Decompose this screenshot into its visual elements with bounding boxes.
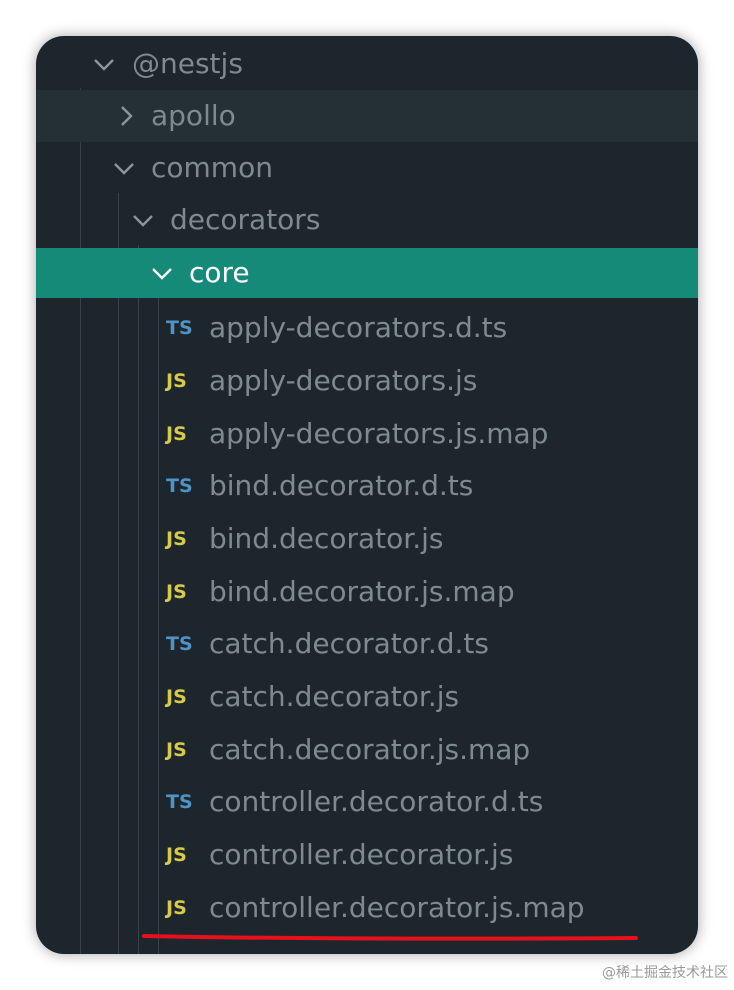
file-label: bind.decorator.js xyxy=(209,522,444,555)
typescript-file-icon: TS xyxy=(166,317,193,339)
file-label: bind.decorator.d.ts xyxy=(209,469,474,502)
javascript-file-icon: JS xyxy=(166,844,187,866)
folder-label: @nestjs xyxy=(132,47,243,80)
javascript-file-icon: JS xyxy=(166,528,187,550)
javascript-file-icon: JS xyxy=(166,423,187,445)
tree-file[interactable]: JS catch.decorator.js.map xyxy=(36,724,698,776)
tree-file[interactable]: JS bind.decorator.js xyxy=(36,513,698,565)
file-label: controller.decorator.d.ts xyxy=(209,785,544,818)
file-label: apply-decorators.js xyxy=(209,364,478,397)
tree-folder-core[interactable]: core xyxy=(36,248,698,298)
file-label: catch.decorator.js.map xyxy=(209,733,531,766)
tree-file[interactable]: JS bind.decorator.js.map xyxy=(36,566,698,618)
tree-file[interactable]: JS catch.decorator.js xyxy=(36,671,698,723)
tree-file[interactable]: JS controller.decorator.js xyxy=(36,829,698,881)
javascript-file-icon: JS xyxy=(166,686,187,708)
javascript-file-icon: JS xyxy=(166,581,187,603)
file-label: controller.decorator.js.map xyxy=(209,891,585,924)
file-explorer: @nestjs apollo common decorators core TS… xyxy=(36,36,698,954)
javascript-file-icon: JS xyxy=(166,739,187,761)
folder-label: common xyxy=(151,151,273,184)
file-label: controller.decorator.js xyxy=(209,838,514,871)
tree-file[interactable]: JS controller.decorator.js.map xyxy=(36,882,698,934)
javascript-file-icon: JS xyxy=(166,370,187,392)
tree-folder-nestjs[interactable]: @nestjs xyxy=(36,38,698,90)
folder-label: core xyxy=(189,256,250,289)
file-label: catch.decorator.js xyxy=(209,680,460,713)
javascript-file-icon: JS xyxy=(166,897,187,919)
chevron-down-icon xyxy=(131,208,155,232)
tree-file[interactable]: JS apply-decorators.js.map xyxy=(36,408,698,460)
tree-folder-decorators[interactable]: decorators xyxy=(36,194,698,246)
file-label: apply-decorators.d.ts xyxy=(209,311,508,344)
chevron-down-icon xyxy=(92,52,116,76)
annotation-underline xyxy=(142,934,638,941)
folder-label: apollo xyxy=(151,99,236,132)
typescript-file-icon: TS xyxy=(166,791,193,813)
tree-folder-apollo[interactable]: apollo xyxy=(36,90,698,142)
tree-folder-common[interactable]: common xyxy=(36,142,698,194)
tree-file[interactable]: TS apply-decorators.d.ts xyxy=(36,302,698,354)
typescript-file-icon: TS xyxy=(166,475,193,497)
folder-label: decorators xyxy=(170,203,321,236)
tree-file[interactable]: TS catch.decorator.d.ts xyxy=(36,618,698,670)
file-label: bind.decorator.js.map xyxy=(209,575,515,608)
file-label: catch.decorator.d.ts xyxy=(209,627,489,660)
watermark: @稀土掘金技术社区 xyxy=(602,965,728,981)
chevron-down-icon xyxy=(150,261,174,285)
chevron-down-icon xyxy=(112,156,136,180)
chevron-right-icon xyxy=(114,104,138,128)
tree-file[interactable]: JS apply-decorators.js xyxy=(36,355,698,407)
tree-file[interactable]: TS controller.decorator.d.ts xyxy=(36,776,698,828)
typescript-file-icon: TS xyxy=(166,633,193,655)
file-label: apply-decorators.js.map xyxy=(209,417,549,450)
tree-file[interactable]: TS bind.decorator.d.ts xyxy=(36,460,698,512)
